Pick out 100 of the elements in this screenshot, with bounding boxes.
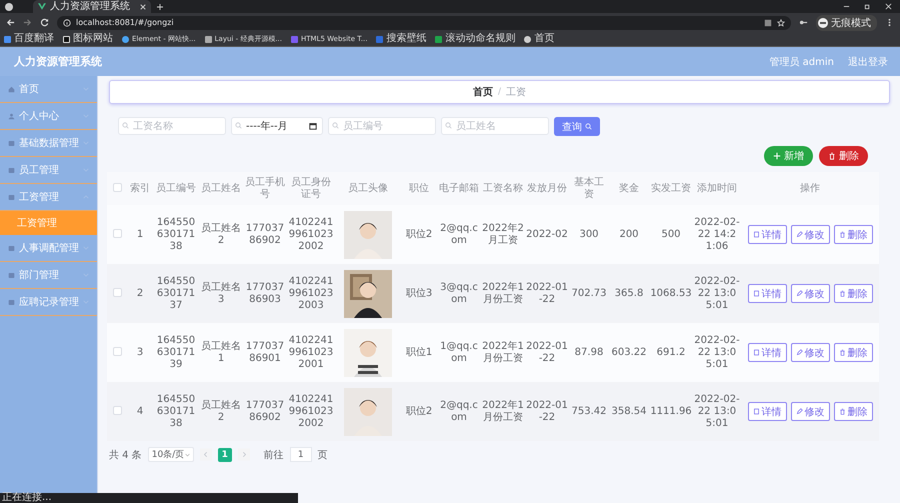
filter-field[interactable]: 工资名称	[118, 117, 226, 135]
edit-button[interactable]: 修改	[790, 343, 830, 362]
menu-item-icon	[8, 166, 15, 174]
table-cell: 2022-02-22 13:05:01	[694, 334, 740, 370]
table-cell: 500	[661, 228, 681, 240]
delete-button[interactable]: 删除	[834, 284, 872, 303]
info-icon	[63, 18, 71, 26]
filter-field[interactable]: 员工姓名	[441, 117, 549, 135]
favicon-icon	[122, 36, 129, 42]
favicon-icon	[376, 36, 384, 42]
column-header: 员工编号	[156, 182, 196, 194]
detail-button[interactable]: 详情	[748, 284, 786, 303]
table-cell: 员工姓名2	[201, 222, 241, 246]
address-bar[interactable]: localhost:8081/#/gongzi	[57, 16, 791, 30]
add-button[interactable]: 新增	[764, 146, 813, 166]
trash-icon	[838, 231, 846, 238]
search-icon	[445, 122, 452, 129]
table-cell: 职位2	[406, 228, 432, 240]
month-field[interactable]: ----年--月	[231, 117, 323, 135]
bookmark[interactable]: 搜索壁纸	[376, 33, 426, 45]
table-cell: 200	[619, 228, 639, 240]
delete-button[interactable]: 删除	[834, 402, 872, 421]
delete-button[interactable]: 删除	[819, 146, 868, 166]
menu-item-icon	[8, 194, 15, 200]
back-icon[interactable]	[6, 18, 15, 27]
search-button[interactable]: 查询	[554, 117, 600, 136]
v-logo-icon	[38, 3, 46, 10]
trash-icon	[828, 152, 836, 160]
key-icon[interactable]	[799, 18, 808, 27]
column-header: 索引	[130, 182, 150, 194]
table-cell: 员工姓名3	[201, 282, 241, 304]
close-icon[interactable]	[140, 4, 146, 10]
globe-icon[interactable]	[5, 2, 13, 10]
table-cell: 16455063017138	[156, 394, 196, 428]
table-cell: 2022年1月份工资	[482, 400, 524, 422]
row-checkbox[interactable]	[112, 347, 122, 356]
pencil-icon	[796, 349, 802, 356]
menu-item-icon	[8, 140, 15, 146]
breadcrumb-separator: /	[498, 87, 502, 97]
column-header: 员工身份证号	[291, 176, 331, 200]
column-header: 员工头像	[348, 182, 388, 194]
detail-button[interactable]: 详情	[748, 225, 786, 244]
table-cell: 17703786902	[246, 222, 284, 246]
calendar-icon[interactable]	[309, 122, 317, 130]
table-cell: 410224199610232002	[288, 216, 334, 252]
page-suffix: 页	[318, 448, 328, 462]
bookmark[interactable]: 图标网站	[63, 33, 113, 45]
table-cell: 1	[136, 228, 144, 240]
trash-icon	[838, 349, 846, 356]
profile-button[interactable]: 无痕模式	[816, 14, 877, 30]
breadcrumb-item[interactable]: 首页	[472, 85, 493, 99]
table-cell: 2022-02-22 14:21:06	[694, 216, 740, 252]
row-checkbox[interactable]	[112, 229, 122, 238]
table-cell: 1@qq.com	[440, 340, 478, 364]
table-cell: 410224199610232001	[288, 334, 334, 370]
table-cell: 2022-02-22 13:05:01	[694, 276, 740, 310]
favicon-icon	[435, 36, 442, 42]
column-header: 添加时间	[697, 182, 737, 194]
restore-icon[interactable]	[864, 3, 871, 10]
bookmark[interactable]: 首页	[524, 33, 554, 45]
select-all-checkbox[interactable]	[112, 183, 122, 192]
goto-page-field[interactable]: 1	[290, 447, 312, 462]
admin-user: 管理员 admin	[769, 56, 834, 68]
column-header: 员工手机号	[245, 176, 285, 200]
page-number[interactable]: 1	[218, 448, 232, 462]
menu-item-icon	[8, 272, 15, 278]
new-tab-icon[interactable]	[157, 4, 163, 10]
reload-icon[interactable]	[40, 18, 49, 27]
bookmark[interactable]: 滚动动命名规则	[435, 33, 516, 45]
row-checkbox[interactable]	[112, 406, 122, 416]
forward-icon[interactable]	[23, 18, 32, 27]
favicon-icon	[63, 36, 70, 42]
filter-field[interactable]: 员工编号	[328, 117, 436, 135]
detail-button[interactable]: 详情	[748, 343, 786, 362]
table-cell: 691.2	[656, 346, 686, 358]
edit-button[interactable]: 修改	[790, 225, 830, 244]
favicon-icon	[4, 36, 11, 42]
detail-button[interactable]: 详情	[748, 402, 786, 421]
page-size-select[interactable]: 10条/页	[148, 447, 194, 462]
edit-button[interactable]: 修改	[790, 284, 830, 303]
column-header: 工资名称	[483, 182, 523, 194]
table-cell: 职位2	[406, 406, 432, 416]
column-header: 电子邮箱	[439, 182, 479, 194]
close-icon[interactable]	[885, 3, 892, 10]
browser-tab[interactable]: 人力资源管理系统	[33, 0, 151, 13]
minimize-icon[interactable]	[843, 3, 850, 10]
star-icon[interactable]	[777, 18, 785, 26]
table-cell: 4	[136, 406, 144, 416]
table-cell: 2	[136, 288, 144, 298]
bookmark[interactable]: 百度翻译	[4, 33, 54, 45]
column-header: 职位	[409, 182, 429, 194]
edit-button[interactable]: 修改	[790, 402, 830, 421]
table-cell: 300	[579, 228, 599, 240]
table-cell: 2022-02-22 13:05:01	[694, 394, 740, 428]
row-checkbox[interactable]	[112, 288, 122, 298]
delete-button[interactable]: 删除	[834, 225, 872, 244]
trash-icon	[838, 290, 846, 297]
table-cell: 1111.96	[650, 406, 692, 416]
column-header: 实发工资	[651, 182, 691, 194]
delete-button[interactable]: 删除	[834, 343, 872, 362]
